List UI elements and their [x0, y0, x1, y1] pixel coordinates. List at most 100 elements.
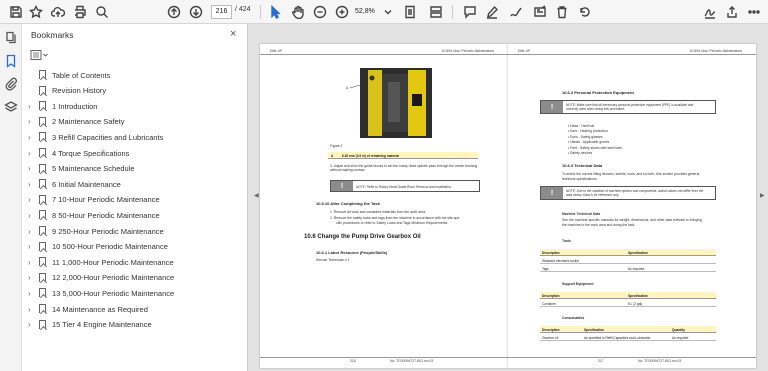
header-right: 10.500-Hour Periodic Maintenance [441, 49, 494, 53]
table-cell: Tags [542, 266, 549, 271]
ppe-item: • Feet - Safety shoes with steel toes [568, 146, 622, 150]
bookmark-item[interactable]: › 5 Maintenance Schedule [22, 162, 248, 176]
step-text: 2. Remove the safety locks and tags from… [330, 216, 461, 220]
draw-icon[interactable] [508, 4, 524, 20]
section-heading: 10.6.3 Technical Data [562, 163, 603, 168]
table-cell: As required [672, 335, 689, 340]
chevron-right-icon[interactable]: › [28, 117, 31, 126]
body-text: technical specifications. [562, 177, 598, 181]
divider [260, 5, 261, 19]
bookmark-item[interactable]: › 6 Initial Maintenance [22, 177, 248, 191]
print-icon[interactable] [72, 4, 88, 20]
ppe-item: • Ears - Hearing protection [568, 129, 608, 133]
scroll-mode-icon[interactable] [428, 4, 444, 20]
table-row: Tags As required [540, 265, 716, 272]
comment-icon[interactable] [462, 4, 478, 20]
bookmark-item[interactable]: › 14 Maintenance as Required [22, 302, 248, 316]
attachments-icon[interactable] [4, 77, 18, 91]
close-icon[interactable]: × [230, 28, 236, 40]
page-down-icon[interactable] [188, 4, 204, 20]
chevron-right-icon[interactable]: › [28, 289, 31, 298]
bookmark-item[interactable]: › 3 Refill Capacities and Lubricants [22, 130, 248, 144]
stamp-icon[interactable] [532, 4, 548, 20]
chevron-right-icon[interactable]: › [28, 211, 31, 220]
zoom-out-icon[interactable] [312, 4, 328, 20]
bookmark-item[interactable]: Table of Contents [22, 68, 248, 82]
subheading: Machine Technical Data [562, 212, 601, 216]
chevron-right-icon[interactable]: › [28, 180, 31, 189]
chevron-right-icon[interactable]: › [28, 102, 31, 111]
bookmark-options-icon[interactable] [30, 48, 50, 60]
chevron-right-icon[interactable]: › [28, 133, 31, 142]
fit-page-icon[interactable] [402, 4, 418, 20]
bookmarks-icon[interactable] [4, 54, 18, 68]
bookmark-item[interactable]: › 12 2,000-Hour Periodic Maintenance [22, 271, 248, 285]
bookmark-item[interactable]: › 15 Tier 4 Engine Maintenance [22, 318, 248, 332]
note-text: NOTE: Refer to Rotary Head Guide Block R… [356, 184, 452, 189]
table-row: Standard mechanic toolkit [540, 257, 716, 264]
chevron-right-icon[interactable]: › [28, 258, 31, 267]
note-box: ! NOTE: Refer to Rotary Head Guide Block… [330, 180, 480, 192]
chevron-right-icon[interactable]: › [28, 273, 31, 282]
figure-image [360, 68, 432, 138]
zoom-dropdown-icon[interactable] [380, 4, 396, 20]
page-216: DML-IIP 10.500-Hour Periodic Maintenance… [260, 44, 508, 368]
chevron-right-icon[interactable]: › [28, 164, 31, 173]
highlight-pen-icon[interactable] [484, 4, 500, 20]
section-heading: 10.6.2 Personal Protection Equipment [562, 90, 634, 95]
chevron-right-icon[interactable]: › [28, 305, 31, 314]
scroll-left-icon[interactable]: ◀ [254, 192, 259, 199]
bookmark-item[interactable]: › 7 10-Hour Periodic Maintenance [22, 193, 248, 207]
chevron-right-icon[interactable]: › [28, 149, 31, 158]
bookmark-item[interactable]: › 4 Torque Specifications [22, 146, 248, 160]
chevron-right-icon[interactable]: › [28, 320, 31, 329]
bookmarks-panel: Bookmarks × Table of Contents Revision Hi… [22, 24, 248, 371]
zoom-in-icon[interactable] [334, 4, 350, 20]
select-cursor-icon[interactable] [268, 4, 284, 20]
bookmark-item[interactable]: › 1 Introduction [22, 99, 248, 113]
info-icon: ! [541, 101, 563, 113]
undo-icon[interactable] [576, 4, 592, 20]
bookmark-icon [39, 148, 46, 157]
chevron-right-icon[interactable]: › [28, 242, 31, 251]
page-number-input[interactable]: 216 [211, 5, 232, 19]
zoom-level[interactable]: 52,8% [355, 5, 381, 19]
share-icon[interactable] [724, 4, 740, 20]
bookmark-icon [39, 288, 46, 298]
upload-cloud-icon[interactable] [50, 4, 66, 20]
bookmark-label: 3 Refill Capacities and Lubricants [52, 132, 164, 142]
page-thumbnails-icon[interactable] [4, 31, 18, 45]
bookmark-label: 1 Introduction [52, 101, 98, 111]
bookmark-item[interactable]: › 10 500-Hour Periodic Maintenance [22, 240, 248, 254]
chevron-right-icon[interactable]: › [28, 195, 31, 204]
bookmark-item[interactable]: › 9 250-Hour Periodic Maintenance [22, 224, 248, 238]
note-text: NOTE: Due to the variation of machine op… [566, 189, 704, 197]
bookmark-label: 15 Tier 4 Engine Maintenance [52, 320, 152, 330]
table-cell: As required [628, 266, 645, 271]
bookmark-item[interactable]: › 11 1,000-Hour Periodic Maintenance [22, 255, 248, 269]
column-header: Specification [628, 250, 648, 255]
save-icon[interactable] [8, 4, 24, 20]
table-header: Description Specification Quantity [540, 326, 716, 333]
more-options-icon[interactable] [746, 4, 762, 20]
bookmark-star-icon[interactable] [28, 4, 44, 20]
bookmark-icon [39, 257, 46, 267]
chevron-right-icon[interactable]: › [28, 227, 31, 236]
delete-icon[interactable] [554, 4, 570, 20]
sign-icon[interactable] [702, 4, 718, 20]
search-icon[interactable] [94, 4, 110, 20]
bookmark-label: 7 10-Hour Periodic Maintenance [52, 195, 160, 205]
body-text: the machine to the work area and doing t… [562, 223, 636, 227]
bookmark-item[interactable]: › 8 50-Hour Periodic Maintenance [22, 208, 248, 222]
scroll-right-icon[interactable]: ▶ [760, 192, 765, 199]
ppe-item: • Safety devices [568, 151, 592, 155]
hand-tool-icon[interactable] [290, 4, 306, 20]
bookmark-item[interactable]: › 2 Maintenance Safety [22, 115, 248, 129]
table-cell: Standard mechanic toolkit [542, 258, 579, 263]
page-up-icon[interactable] [166, 4, 182, 20]
bookmark-item[interactable]: Revision History [22, 84, 248, 98]
layers-icon[interactable] [4, 100, 18, 114]
bookmark-item[interactable]: › 13 5,000-Hour Periodic Maintenance [22, 286, 248, 300]
section-heading: 10.5.10 After Completing the Task [316, 201, 380, 206]
ppe-item: • Head - Hard hat [568, 124, 594, 128]
